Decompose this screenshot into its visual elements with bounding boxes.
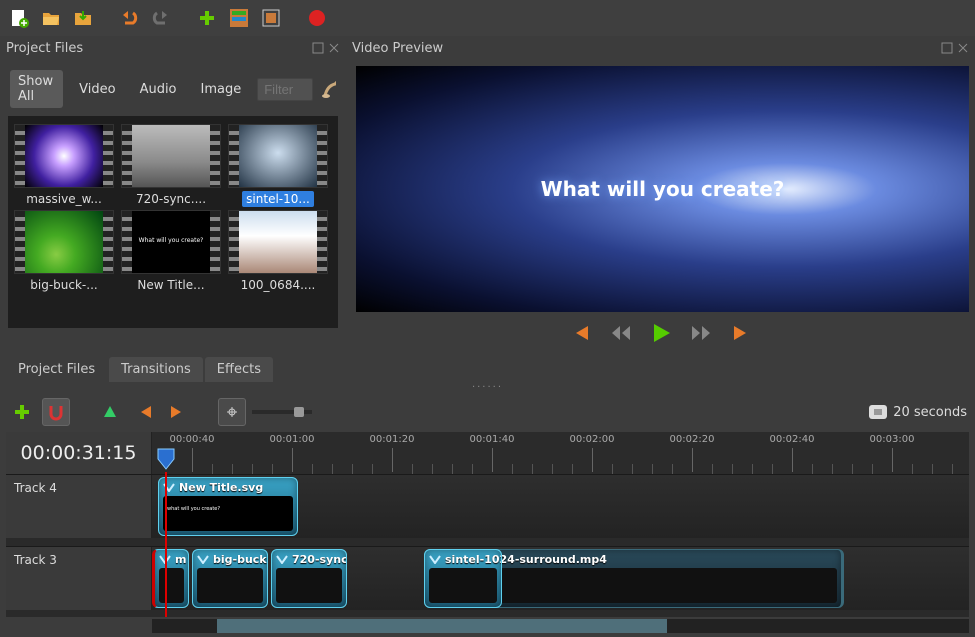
add-marker-button[interactable] bbox=[96, 398, 124, 426]
next-marker-button[interactable] bbox=[164, 398, 192, 426]
tab-effects[interactable]: Effects bbox=[205, 357, 273, 382]
clip-label: big-buck- bbox=[213, 553, 268, 566]
project-item[interactable]: massive_w... bbox=[12, 124, 116, 207]
save-project-button[interactable] bbox=[70, 5, 96, 31]
rewind-button[interactable] bbox=[608, 320, 634, 346]
filter-input[interactable] bbox=[257, 78, 313, 101]
track-body[interactable]: m big-buck- 720-sync.mp4 sintel-1024-surrou… bbox=[152, 547, 969, 610]
project-item[interactable]: What will you create?New Title... bbox=[119, 210, 223, 293]
clip-type-icon bbox=[197, 552, 209, 564]
project-files-grid: massive_w... 720-sync.... sintel-10... big-… bbox=[8, 116, 338, 328]
project-item[interactable]: 720-sync.... bbox=[119, 124, 223, 207]
timeline-clip[interactable]: m bbox=[152, 549, 189, 608]
undo-button[interactable] bbox=[116, 5, 142, 31]
filter-video[interactable]: Video bbox=[71, 78, 123, 101]
new-project-button[interactable] bbox=[6, 5, 32, 31]
filter-show-all[interactable]: Show All bbox=[10, 70, 63, 108]
timeline-clip[interactable]: New Title.svgwhat will you create? bbox=[158, 477, 298, 536]
timeline-current-time: 00:00:31:15 bbox=[6, 432, 152, 474]
timeline-clip[interactable]: sintel-1024-surround.mp4 bbox=[424, 549, 502, 608]
main-toolbar bbox=[0, 0, 975, 36]
zoom-slider[interactable] bbox=[252, 410, 312, 414]
play-button[interactable] bbox=[648, 320, 674, 346]
preview-overlay-text: What will you create? bbox=[541, 177, 785, 201]
project-item[interactable]: sintel-10... bbox=[226, 124, 330, 207]
export-video-button[interactable] bbox=[304, 5, 330, 31]
track-body[interactable]: New Title.svgwhat will you create? bbox=[152, 475, 969, 538]
project-files-title: Project Files bbox=[6, 41, 83, 56]
fullscreen-button[interactable] bbox=[258, 5, 284, 31]
add-track-button[interactable] bbox=[8, 398, 36, 426]
project-item-label: massive_w... bbox=[22, 191, 106, 207]
timeline-clip[interactable]: big-buck- bbox=[192, 549, 268, 608]
timeline-clip[interactable]: 720-sync.mp4 bbox=[271, 549, 347, 608]
fast-forward-button[interactable] bbox=[688, 320, 714, 346]
zoom-indicator-icon bbox=[869, 405, 887, 419]
import-files-button[interactable] bbox=[194, 5, 220, 31]
playhead-line bbox=[165, 472, 167, 617]
timeline-ruler[interactable]: 00:00:4000:01:0000:01:2000:01:4000:02:00… bbox=[152, 432, 969, 474]
track-header[interactable]: Track 4 bbox=[6, 475, 152, 538]
video-preview[interactable]: What will you create? bbox=[356, 66, 969, 312]
project-item-label: sintel-10... bbox=[242, 191, 314, 207]
project-item[interactable]: big-buck-... bbox=[12, 210, 116, 293]
project-item-label: 720-sync.... bbox=[132, 191, 210, 207]
jump-start-button[interactable] bbox=[568, 320, 594, 346]
project-item[interactable]: 100_0684.... bbox=[226, 210, 330, 293]
clip-label: m bbox=[175, 553, 186, 566]
clip-label: New Title.svg bbox=[179, 481, 263, 494]
close-preview-icon[interactable] bbox=[957, 42, 969, 54]
timeline: 00:00:31:15 00:00:4000:01:0000:01:2000:0… bbox=[6, 432, 969, 617]
filter-image[interactable]: Image bbox=[193, 78, 250, 101]
previous-marker-button[interactable] bbox=[130, 398, 158, 426]
playhead[interactable] bbox=[157, 448, 175, 474]
detach-preview-icon[interactable] bbox=[941, 42, 953, 54]
tab-project-files[interactable]: Project Files bbox=[6, 357, 107, 382]
center-playhead-button[interactable] bbox=[218, 398, 246, 426]
tab-transitions[interactable]: Transitions bbox=[109, 357, 203, 382]
clip-label: 720-sync.mp4 bbox=[292, 553, 347, 566]
open-project-button[interactable] bbox=[38, 5, 64, 31]
track-header[interactable]: Track 3 bbox=[6, 547, 152, 610]
filter-audio[interactable]: Audio bbox=[132, 78, 185, 101]
project-item-label: big-buck-... bbox=[26, 277, 101, 293]
detach-panel-icon[interactable] bbox=[312, 42, 324, 54]
project-item-label: New Title... bbox=[133, 277, 208, 293]
timeline-scrollbar[interactable] bbox=[152, 619, 969, 633]
redo-button[interactable] bbox=[148, 5, 174, 31]
panel-drag-handle[interactable]: ······ bbox=[0, 382, 975, 392]
zoom-label: 20 seconds bbox=[893, 405, 967, 420]
snap-button[interactable] bbox=[42, 398, 70, 426]
choose-profile-button[interactable] bbox=[226, 5, 252, 31]
jump-end-button[interactable] bbox=[728, 320, 754, 346]
close-panel-icon[interactable] bbox=[328, 42, 340, 54]
video-preview-title: Video Preview bbox=[352, 41, 443, 56]
clear-filter-icon[interactable] bbox=[321, 78, 336, 100]
project-item-label: 100_0684.... bbox=[237, 277, 320, 293]
clip-type-icon bbox=[276, 552, 288, 564]
